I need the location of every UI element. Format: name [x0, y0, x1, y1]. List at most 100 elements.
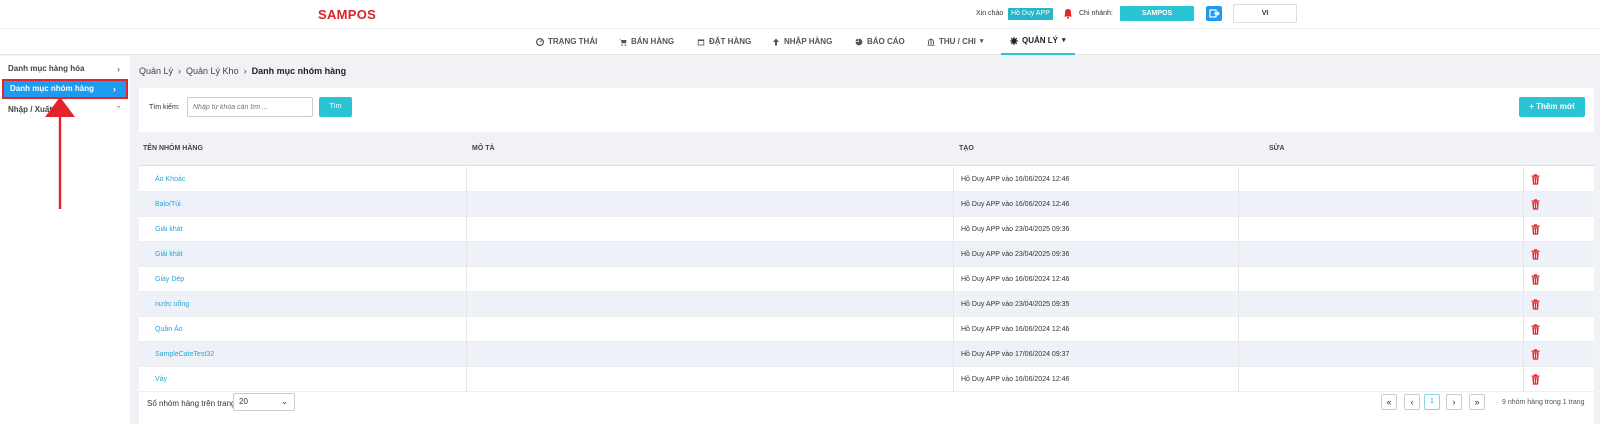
column-divider: [953, 367, 954, 392]
category-name-link[interactable]: Quần Áo: [155, 317, 183, 342]
nav-trang-thai[interactable]: TRẠNG THÁI: [536, 29, 597, 55]
created-info: Hồ Duy APP vào 23/04/2025 09:36: [961, 251, 1070, 258]
arrow-up-icon: [773, 38, 779, 46]
table-header: TÊN NHÓM HÀNG MÔ TẢ TẠO SỬA: [139, 132, 1594, 166]
column-divider: [1238, 217, 1239, 242]
chevron-right-icon: ›: [178, 66, 182, 76]
column-divider: [1238, 192, 1239, 217]
page-size-label: Số nhóm hàng trên trang:: [147, 399, 238, 408]
created-info: Hồ Duy APP vào 23/04/2025 09:35: [961, 301, 1070, 308]
last-page-button[interactable]: »: [1469, 394, 1485, 410]
column-header-description[interactable]: MÔ TẢ: [472, 132, 495, 166]
main-nav: TRẠNG THÁI BÁN HÀNG ĐẶT HÀNG NHẬP HÀNG B…: [0, 28, 1600, 55]
category-name-link[interactable]: Giải khát: [155, 217, 183, 242]
nav-label: THU / CHI: [939, 37, 976, 46]
column-divider: [1523, 292, 1524, 317]
table-row: Balo/Túi Hồ Duy APP vào 16/06/2024 12:46: [139, 192, 1594, 217]
nav-label: NHẬP HÀNG: [784, 37, 833, 46]
trash-icon[interactable]: [1531, 199, 1540, 210]
created-info: Hồ Duy APP vào 16/06/2024 12:46: [961, 276, 1070, 283]
column-divider: [1523, 267, 1524, 292]
sidebar-item-danh-muc-nhom-hang[interactable]: Danh mục nhóm hàng ›: [2, 79, 128, 99]
trash-icon[interactable]: [1531, 299, 1540, 310]
greeting-text: Xin chào: [976, 10, 1004, 17]
page-size-value: 20: [239, 397, 248, 406]
search-label: Tìm kiếm:: [149, 104, 180, 111]
trash-icon[interactable]: [1531, 349, 1540, 360]
chevron-down-icon: ▾: [1062, 37, 1066, 44]
trash-icon[interactable]: [1531, 274, 1540, 285]
category-name-link[interactable]: Váy: [155, 367, 167, 392]
trash-icon[interactable]: [1531, 249, 1540, 260]
pie-chart-icon: [855, 38, 863, 46]
trash-icon[interactable]: [1531, 224, 1540, 235]
nav-label: ĐẶT HÀNG: [709, 37, 752, 46]
branch-select[interactable]: SAMPOS: [1120, 6, 1194, 21]
column-header-edited[interactable]: SỬA: [1269, 132, 1285, 166]
column-divider: [953, 292, 954, 317]
page-number-button[interactable]: 1: [1424, 394, 1440, 410]
nav-dat-hang[interactable]: ĐẶT HÀNG: [697, 29, 751, 55]
category-name-link[interactable]: Áo Khoác: [155, 167, 185, 192]
nav-label: BÁN HÀNG: [631, 37, 675, 46]
app-logo[interactable]: SAMPOS: [318, 7, 376, 22]
table-row: nước uống Hồ Duy APP vào 23/04/2025 09:35: [139, 292, 1594, 317]
category-name-link[interactable]: Giải khát: [155, 242, 183, 267]
column-divider: [466, 292, 467, 317]
nav-label: QUẢN LÝ: [1022, 36, 1058, 45]
column-divider: [466, 217, 467, 242]
sidebar-item-danh-muc-hang-hoa[interactable]: Danh mục hàng hóa ›: [0, 59, 130, 79]
column-divider: [953, 217, 954, 242]
table-row: Giày Dép Hồ Duy APP vào 16/06/2024 12:46: [139, 267, 1594, 292]
chevron-down-icon: ⌄: [281, 397, 288, 406]
add-new-button[interactable]: + Thêm mới: [1519, 97, 1585, 117]
dashboard-icon: [536, 38, 544, 46]
column-divider: [1523, 342, 1524, 367]
trash-icon[interactable]: [1531, 174, 1540, 185]
search-button[interactable]: Tìm: [319, 97, 352, 117]
category-name-link[interactable]: Balo/Túi: [155, 192, 181, 217]
column-divider: [1238, 167, 1239, 192]
category-name-link[interactable]: Giày Dép: [155, 267, 184, 292]
column-divider: [1238, 242, 1239, 267]
column-divider: [953, 267, 954, 292]
first-page-button[interactable]: «: [1381, 394, 1397, 410]
category-name-link[interactable]: nước uống: [155, 292, 189, 317]
user-badge[interactable]: Hồ Duy APP: [1008, 8, 1053, 20]
nav-nhap-hang[interactable]: NHẬP HÀNG: [772, 29, 832, 55]
chevron-right-icon: ›: [243, 66, 247, 76]
breadcrumb-item[interactable]: Quản Lý: [139, 66, 173, 76]
column-divider: [1238, 267, 1239, 292]
chevron-down-icon: ▾: [979, 38, 984, 45]
created-info: Hồ Duy APP vào 16/06/2024 12:46: [961, 376, 1070, 383]
column-header-name[interactable]: TÊN NHÓM HÀNG: [143, 132, 203, 166]
chevron-right-icon: ›: [1452, 397, 1456, 407]
bell-icon[interactable]: [1063, 8, 1073, 19]
trash-icon[interactable]: [1531, 374, 1540, 385]
prev-page-button[interactable]: ‹: [1404, 394, 1420, 410]
nav-bao-cao[interactable]: BÁO CÁO: [855, 29, 905, 55]
breadcrumb-item[interactable]: Quản Lý Kho: [186, 66, 239, 76]
trash-icon[interactable]: [1531, 324, 1540, 335]
created-info: Hồ Duy APP vào 16/06/2024 12:46: [961, 326, 1070, 333]
sidebar-item-label: Danh mục hàng hóa: [8, 64, 85, 73]
chevron-right-icon: ›: [113, 84, 116, 94]
next-page-button[interactable]: ›: [1446, 394, 1462, 410]
column-divider: [466, 167, 467, 192]
breadcrumb: Quản Lý › Quản Lý Kho › Danh mục nhóm hà…: [139, 66, 346, 76]
table-row: Váy Hồ Duy APP vào 16/06/2024 12:46: [139, 367, 1594, 392]
page-size-select[interactable]: 20 ⌄: [233, 393, 295, 411]
category-name-link[interactable]: SampleCateTest32: [155, 342, 214, 367]
logout-button[interactable]: [1206, 6, 1222, 21]
column-divider: [1523, 192, 1524, 217]
language-select[interactable]: VI: [1233, 4, 1297, 23]
column-header-created[interactable]: TẠO: [959, 132, 974, 166]
search-input[interactable]: [187, 97, 313, 117]
top-header: SAMPOS Xin chào Hồ Duy APP Chi nhánh: SA…: [0, 0, 1600, 28]
nav-thu-chi[interactable]: THU / CHI ▾: [927, 29, 983, 55]
chevron-right-icon: ›: [117, 64, 120, 74]
nav-quan-ly[interactable]: QUẢN LÝ ▾: [1001, 29, 1075, 55]
nav-ban-hang[interactable]: BÁN HÀNG: [619, 29, 674, 55]
column-divider: [466, 192, 467, 217]
sidebar-item-label: Danh mục nhóm hàng: [10, 84, 94, 93]
